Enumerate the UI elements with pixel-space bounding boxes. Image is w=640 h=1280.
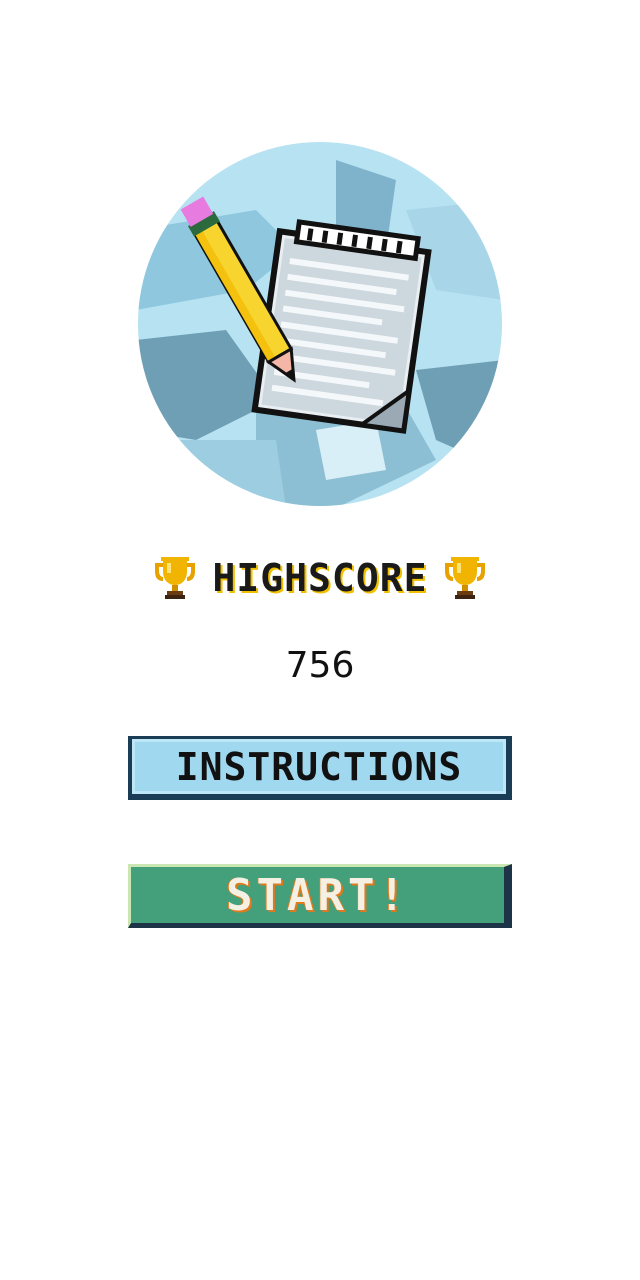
notepad-pencil-icon [138, 142, 502, 506]
highscore-value: 756 [285, 645, 355, 686]
highscore-header: HIGHSCORE [130, 552, 510, 604]
highscore-label: HIGHSCORE [212, 556, 428, 600]
trophy-icon [151, 555, 199, 601]
start-button[interactable]: START! [128, 864, 512, 928]
instructions-button[interactable]: INSTRUCTIONS [128, 736, 512, 800]
trophy-icon [441, 555, 489, 601]
game-logo [136, 140, 504, 508]
